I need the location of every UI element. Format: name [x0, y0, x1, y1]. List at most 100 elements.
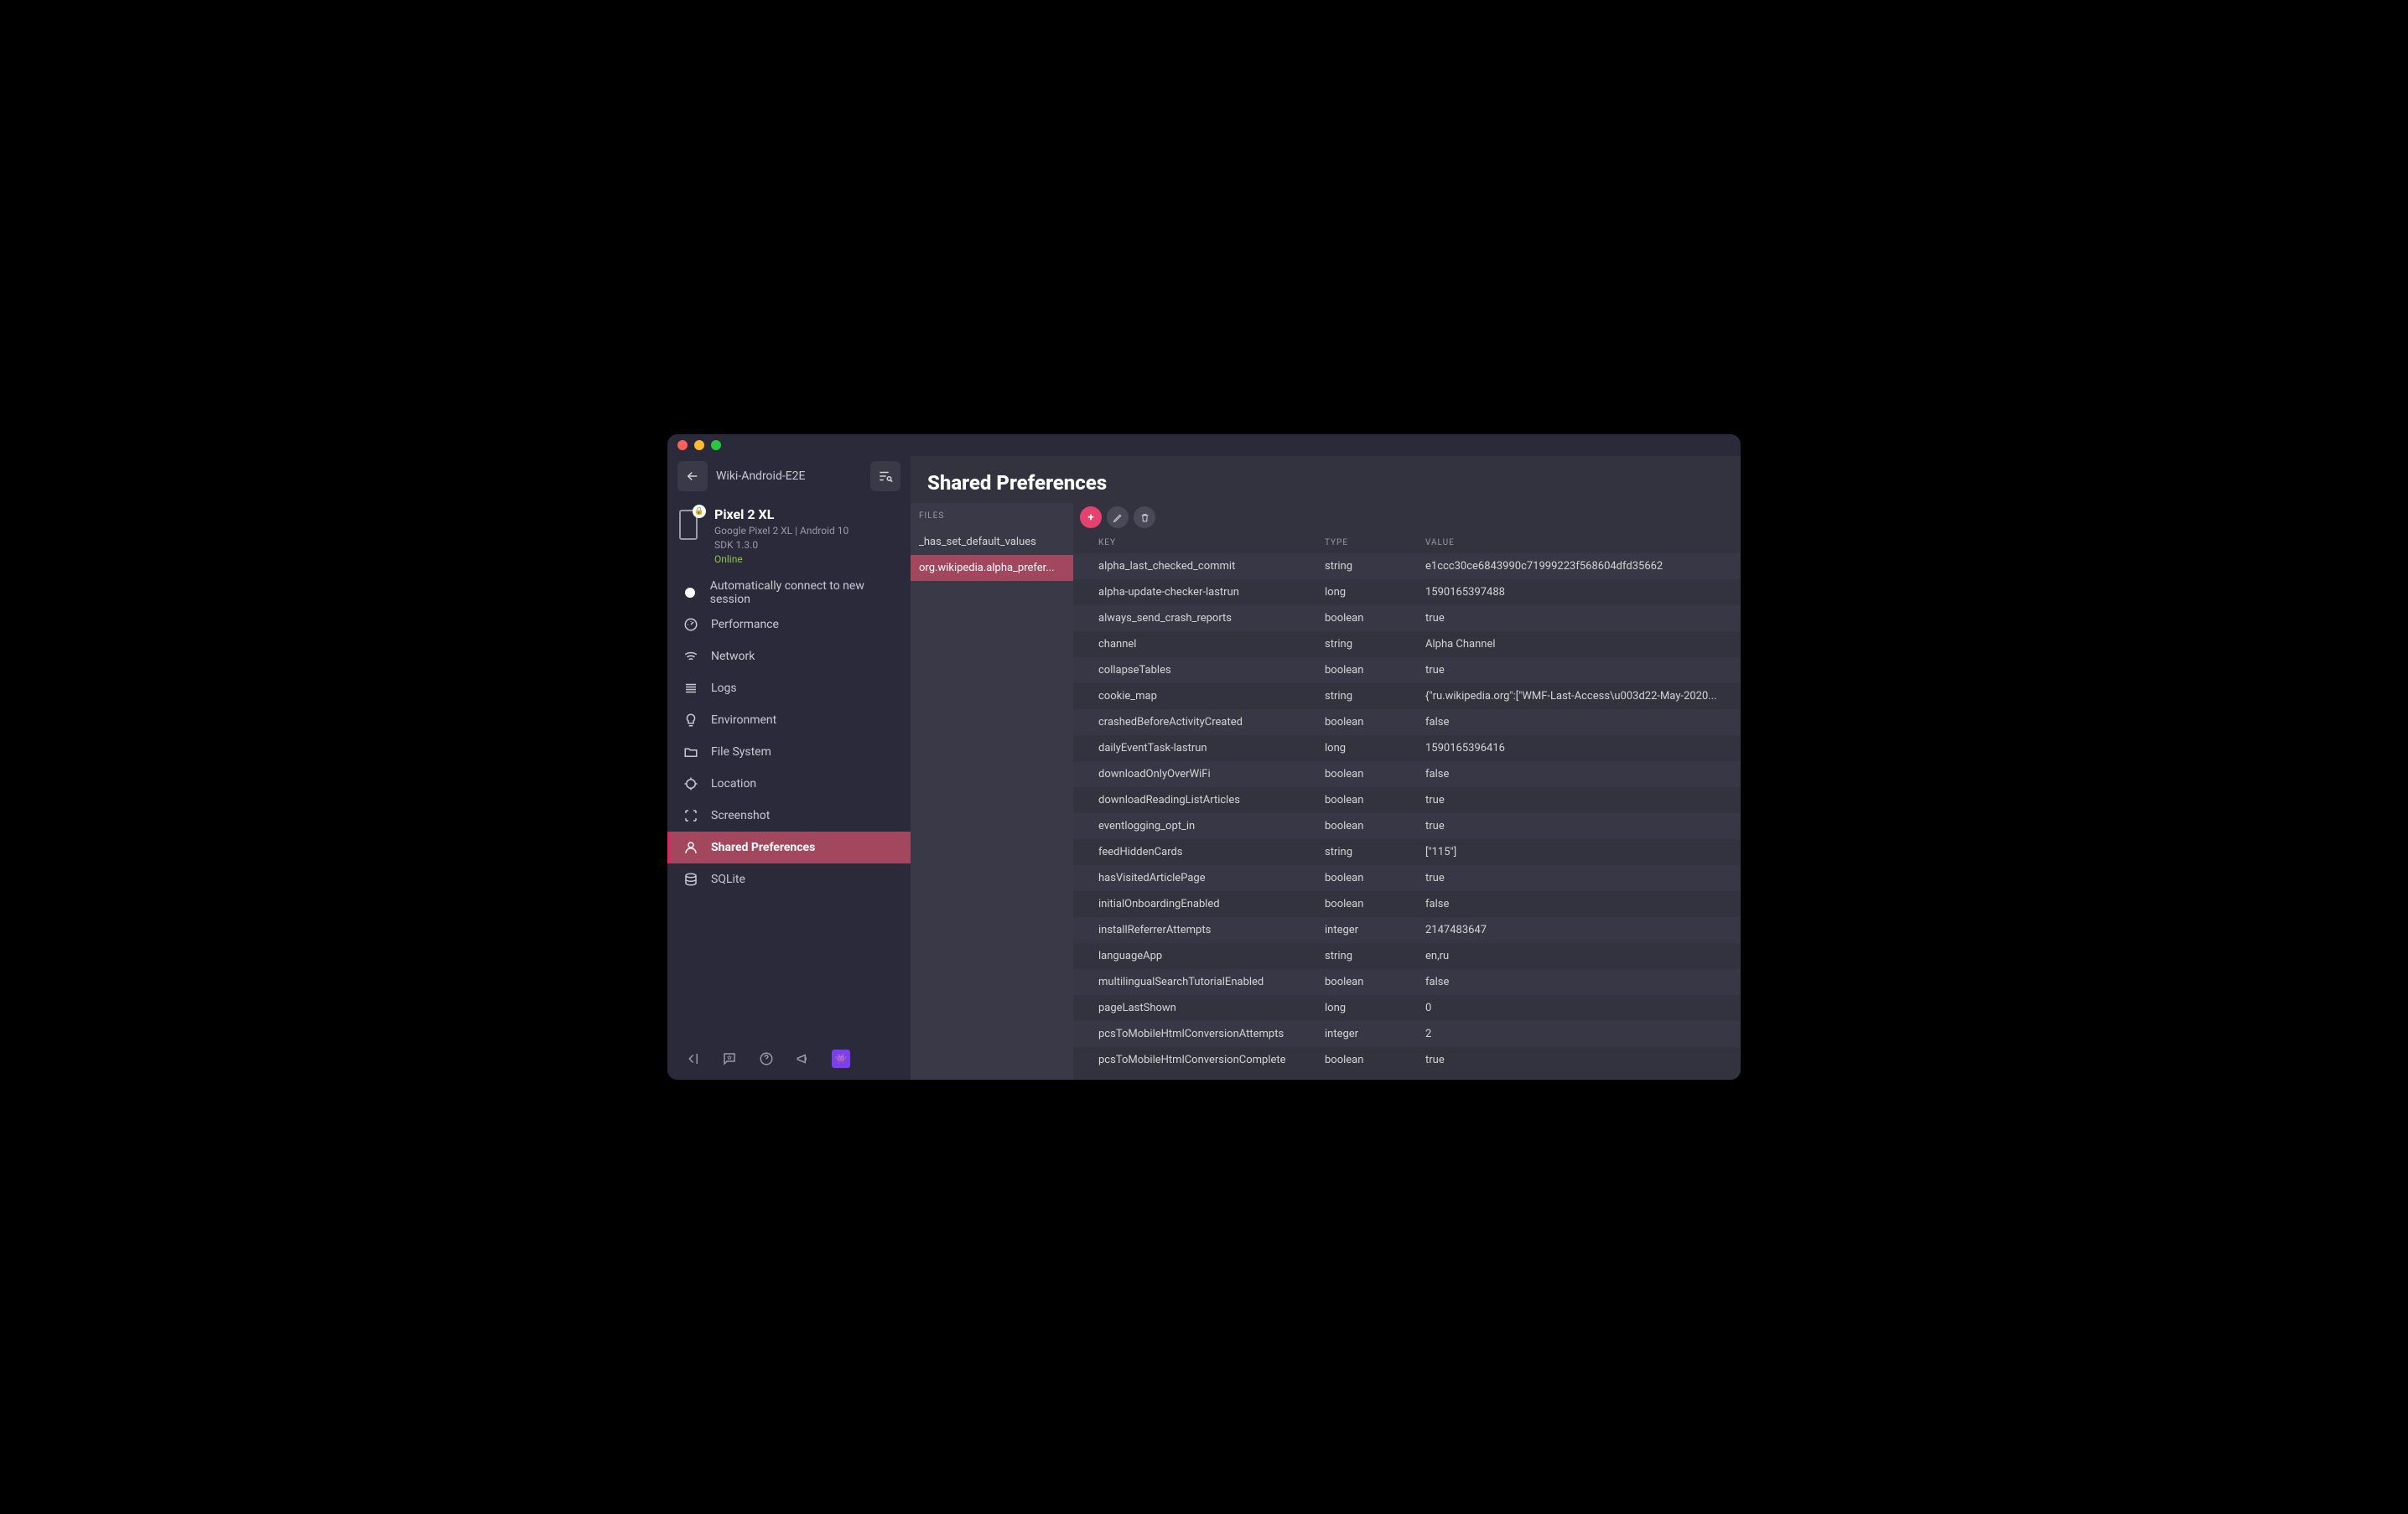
sidebar-item-label: Network [711, 650, 755, 663]
cell-key: pageLastShown [1098, 1002, 1325, 1014]
cell-key: initialOnboardingEnabled [1098, 898, 1325, 910]
bulb-icon [682, 713, 699, 728]
page-title: Shared Preferences [927, 471, 1724, 495]
delete-button[interactable] [1134, 506, 1155, 528]
cell-key: pcsToMobileHtmlConversionAttempts [1098, 1028, 1325, 1040]
edit-button[interactable] [1107, 506, 1129, 528]
window-close-icon[interactable] [677, 440, 688, 450]
device-status: Online [714, 553, 849, 565]
cell-key: channel [1098, 638, 1325, 651]
cell-value: 1590165397488 [1425, 586, 1732, 599]
table-row[interactable]: cookie_mapstring{"ru.wikipedia.org":["WM… [1073, 683, 1741, 709]
gauge-icon [682, 617, 699, 632]
table-row[interactable]: alpha_last_checked_commitstringe1ccc30ce… [1073, 553, 1741, 579]
cell-value: en,ru [1425, 950, 1732, 962]
table-column: + KEY TYPE VALUE alpha_last_checked_comm… [1073, 503, 1741, 1080]
sidebar-item-label: Performance [711, 618, 779, 631]
table-body[interactable]: alpha_last_checked_commitstringe1ccc30ce… [1073, 553, 1741, 1080]
plugin-badge[interactable]: 👾 [832, 1050, 850, 1068]
table-row[interactable]: multilingualSearchTutorialEnabledboolean… [1073, 969, 1741, 995]
table-row[interactable]: initialOnboardingEnabledbooleanfalse [1073, 891, 1741, 917]
lock-badge-icon: 🔒 [693, 505, 706, 518]
filter-search-button[interactable] [870, 461, 900, 491]
wifi-icon [682, 649, 699, 664]
bottom-bar: 👾 [667, 1038, 911, 1080]
cell-value: {"ru.wikipedia.org":["WMF-Last-Access\u0… [1425, 690, 1732, 703]
cell-type: boolean [1325, 664, 1425, 677]
sidebar-item-performance[interactable]: Performance [667, 609, 911, 640]
cell-key: always_send_crash_reports [1098, 612, 1325, 625]
table-row[interactable]: feedHiddenCardsstring["115"] [1073, 839, 1741, 865]
table-row[interactable]: eventlogging_opt_inbooleantrue [1073, 813, 1741, 839]
db-icon [682, 872, 699, 887]
sidebar-item-sqlite[interactable]: SQLite [667, 863, 911, 895]
sidebar-item-label: Shared Preferences [711, 841, 815, 854]
cell-value: Alpha Channel [1425, 638, 1732, 651]
window-minimize-icon[interactable] [694, 440, 704, 450]
sidebar-item-network[interactable]: Network [667, 640, 911, 672]
table-row[interactable]: channelstringAlpha Channel [1073, 631, 1741, 657]
sidebar-item-file-system[interactable]: File System [667, 736, 911, 768]
device-subtitle: Google Pixel 2 XL | Android 10 [714, 525, 849, 537]
autoconnect-label: Automatically connect to new session [710, 579, 895, 606]
arrow-left-icon [685, 469, 700, 484]
cell-value: true [1425, 872, 1732, 884]
table-row[interactable]: downloadOnlyOverWiFibooleanfalse [1073, 761, 1741, 787]
sidebar-item-screenshot[interactable]: Screenshot [667, 800, 911, 832]
app-window: Wiki-Android-E2E 🔒 Pixel 2 XL Google Pix… [667, 434, 1741, 1080]
sidebar-item-shared-preferences[interactable]: Shared Preferences [667, 832, 911, 863]
feedback-button[interactable] [721, 1051, 738, 1066]
files-header: FILES [911, 503, 1073, 529]
cell-value: 2147483647 [1425, 924, 1732, 936]
cell-value: false [1425, 716, 1732, 728]
cell-value: e1ccc30ce6843990c71999223f568604dfd35662 [1425, 560, 1732, 573]
file-item[interactable]: org.wikipedia.alpha_prefer... [911, 555, 1073, 581]
table-row[interactable]: crashedBeforeActivityCreatedbooleanfalse [1073, 709, 1741, 735]
cell-value: true [1425, 794, 1732, 806]
pencil-icon [1113, 512, 1124, 523]
col-key: KEY [1098, 538, 1325, 547]
frame-icon [682, 808, 699, 823]
cell-type: boolean [1325, 612, 1425, 625]
cell-key: downloadReadingListArticles [1098, 794, 1325, 806]
add-button[interactable]: + [1080, 506, 1102, 528]
table-row[interactable]: pageLastShownlong0 [1073, 995, 1741, 1021]
alien-icon: 👾 [835, 1053, 848, 1065]
table-row[interactable]: languageAppstringen,ru [1073, 943, 1741, 969]
table-row[interactable]: dailyEventTask-lastrunlong1590165396416 [1073, 735, 1741, 761]
folder-icon [682, 744, 699, 760]
announcements-button[interactable] [795, 1051, 812, 1066]
table-row[interactable]: hasVisitedArticlePagebooleantrue [1073, 865, 1741, 891]
cell-value: 0 [1425, 1002, 1732, 1014]
file-item[interactable]: _has_set_default_values [911, 529, 1073, 555]
table-toolbar: + [1073, 503, 1741, 531]
sidebar-item-logs[interactable]: Logs [667, 672, 911, 704]
cell-type: boolean [1325, 716, 1425, 728]
table-row[interactable]: collapseTablesbooleantrue [1073, 657, 1741, 683]
sidebar-item-location[interactable]: Location [667, 768, 911, 800]
table-row[interactable]: alpha-update-checker-lastrunlong15901653… [1073, 579, 1741, 605]
back-button[interactable] [677, 461, 708, 491]
table-header: KEY TYPE VALUE [1073, 531, 1741, 553]
table-row[interactable]: pcsToMobileHtmlConversionCompleteboolean… [1073, 1047, 1741, 1073]
table-row[interactable]: installReferrerAttemptsinteger2147483647 [1073, 917, 1741, 943]
table-row[interactable]: pcsToMobileHtmlConversionAttemptsinteger… [1073, 1021, 1741, 1047]
sidebar-item-label: Location [711, 777, 756, 791]
table-row[interactable]: downloadReadingListArticlesbooleantrue [1073, 787, 1741, 813]
cell-value: true [1425, 820, 1732, 832]
sidebar-item-label: Screenshot [711, 809, 770, 822]
table-row[interactable]: always_send_crash_reportsbooleantrue [1073, 605, 1741, 631]
trash-icon [1139, 512, 1150, 523]
cell-type: integer [1325, 1028, 1425, 1040]
autoconnect-toggle-row[interactable]: Automatically connect to new session [667, 577, 911, 609]
help-button[interactable] [758, 1051, 775, 1066]
window-zoom-icon[interactable] [711, 440, 721, 450]
col-type: TYPE [1325, 538, 1425, 547]
device-sdk: SDK 1.3.0 [714, 539, 849, 551]
sidebar: Wiki-Android-E2E 🔒 Pixel 2 XL Google Pix… [667, 456, 911, 1080]
cell-key: alpha_last_checked_commit [1098, 560, 1325, 573]
col-value: VALUE [1425, 538, 1732, 547]
cell-value: true [1425, 1054, 1732, 1066]
collapse-sidebar-button[interactable] [684, 1051, 701, 1066]
sidebar-item-environment[interactable]: Environment [667, 704, 911, 736]
